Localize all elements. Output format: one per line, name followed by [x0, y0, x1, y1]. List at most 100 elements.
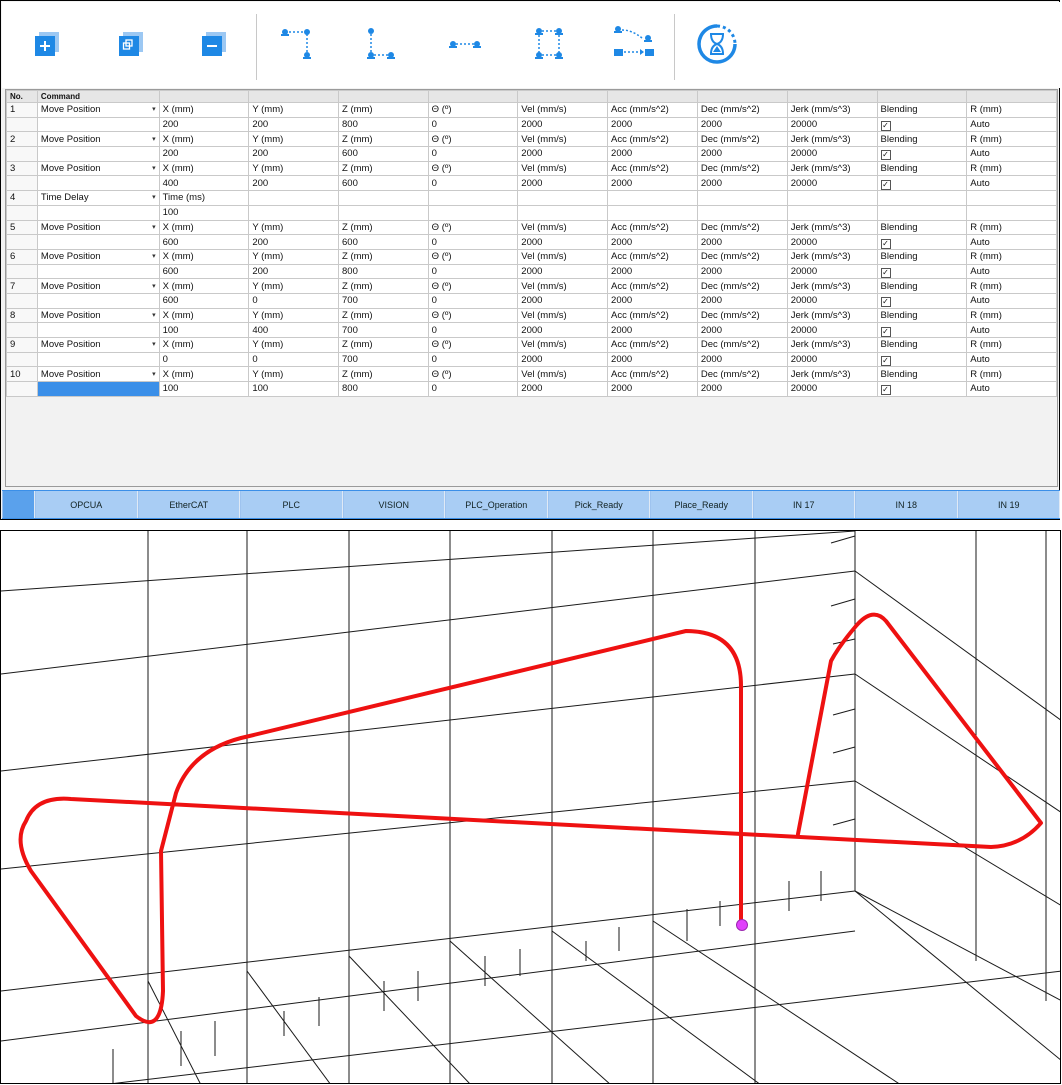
command-row[interactable]: 8 Move Position ▾ X (mm) Y (mm) Z (mm) Θ (º) Ve…	[6, 307, 1057, 324]
command-row[interactable]: 3 Move Position ▾ X (mm) Y (mm) Z (mm) Θ (º) Ve…	[6, 160, 1057, 177]
blending-checkbox[interactable]: ✓	[880, 297, 891, 308]
command-value-row[interactable]: 100 100 800 0 2000 2000 2000 20000 ✓ Auto	[6, 381, 1057, 397]
param-value-field[interactable]	[248, 204, 339, 221]
pick-place-button[interactable]	[604, 16, 662, 72]
blending-checkbox[interactable]: ✓	[880, 179, 891, 190]
param-value-field[interactable]: 2000	[517, 146, 609, 162]
command-row[interactable]: 5 Move Position ▾ X (mm) Y (mm) Z (mm) Θ (º) Ve…	[6, 219, 1057, 236]
motion-template-2-button[interactable]	[352, 16, 410, 72]
param-value-field[interactable]: 2000	[607, 116, 698, 133]
motion-template-1-button[interactable]	[270, 16, 328, 72]
blending-checkbox-cell[interactable]: ✓	[876, 234, 968, 250]
param-value-field[interactable]: 600	[158, 292, 250, 309]
param-value-field[interactable]: 20000	[786, 292, 878, 309]
param-value-field[interactable]	[607, 204, 698, 221]
param-value-field[interactable]: 20000	[786, 234, 878, 250]
command-select[interactable]: Move Position ▾	[36, 160, 160, 177]
param-value-field[interactable]: 100	[158, 381, 250, 397]
io-button-place-ready[interactable]: Place_Ready	[650, 491, 753, 518]
blending-checkbox-cell[interactable]: ✓	[876, 263, 968, 280]
command-blank-cell[interactable]	[36, 351, 160, 368]
param-value-field[interactable]: 400	[248, 322, 339, 338]
blending-checkbox[interactable]: ✓	[880, 238, 891, 249]
3d-path-viewport[interactable]	[0, 530, 1061, 1084]
param-value-field[interactable]: 0	[427, 351, 519, 368]
command-blank-cell[interactable]	[36, 292, 160, 309]
param-value-field[interactable]	[517, 204, 609, 221]
command-select[interactable]: Move Position ▾	[36, 278, 160, 294]
param-value-field[interactable]: 2000	[607, 175, 698, 192]
param-value-field[interactable]: 100	[158, 322, 250, 338]
command-value-row[interactable]: 200 200 600 0 2000 2000 2000 20000 ✓ Auto	[6, 146, 1057, 162]
command-select[interactable]: Time Delay ▾	[36, 190, 160, 206]
dropdown-arrow-icon[interactable]: ▾	[152, 280, 156, 293]
param-value-field[interactable]: 200	[158, 146, 250, 162]
param-value-field[interactable]: 200	[248, 234, 339, 250]
param-value-field[interactable]: Auto	[966, 263, 1057, 280]
param-value-field[interactable]	[786, 204, 878, 221]
param-value-field[interactable]: 2000	[607, 381, 698, 397]
param-value-field[interactable]: 0	[427, 322, 519, 338]
command-grid[interactable]: No. Command 1 Move Position ▾ X (mm) Y (mm) Z…	[5, 89, 1058, 487]
param-value-field[interactable]: 0	[427, 234, 519, 250]
remove-command-button[interactable]	[185, 16, 243, 72]
param-value-field[interactable]: 2000	[696, 116, 788, 133]
io-button-in-17[interactable]: IN 17	[752, 491, 855, 518]
param-value-field[interactable]: Auto	[966, 381, 1057, 397]
param-value-field[interactable]: 0	[248, 292, 339, 309]
param-value-field[interactable]: 2000	[696, 381, 788, 397]
param-value-field[interactable]: Auto	[966, 292, 1057, 309]
command-value-row[interactable]: 200 200 800 0 2000 2000 2000 20000 ✓ Auto	[6, 116, 1057, 133]
blending-checkbox[interactable]: ✓	[880, 267, 891, 278]
param-value-field[interactable]: 800	[338, 263, 429, 280]
command-row[interactable]: 10 Move Position ▾ X (mm) Y (mm) Z (mm) Θ (º) V…	[6, 366, 1057, 383]
param-value-field[interactable]: 2000	[607, 351, 698, 368]
command-select[interactable]: Move Position ▾	[36, 102, 160, 118]
dropdown-arrow-icon[interactable]: ▾	[152, 338, 156, 351]
command-blank-cell[interactable]	[36, 116, 160, 133]
blending-checkbox-cell[interactable]: ✓	[876, 322, 968, 338]
param-value-field[interactable]: Auto	[966, 175, 1057, 192]
dropdown-arrow-icon[interactable]: ▾	[152, 133, 156, 146]
command-blank-cell[interactable]	[36, 381, 160, 397]
param-value-field[interactable]: 600	[158, 263, 250, 280]
param-value-field[interactable]: 0	[427, 116, 519, 133]
param-value-field[interactable]: 20000	[786, 381, 878, 397]
param-value-field[interactable]: 800	[338, 381, 429, 397]
blending-checkbox[interactable]: ✓	[880, 385, 891, 396]
param-value-field[interactable]: 0	[248, 351, 339, 368]
blending-checkbox-cell[interactable]: ✓	[876, 175, 968, 192]
param-value-field[interactable]	[696, 204, 788, 221]
dropdown-arrow-icon[interactable]: ▾	[152, 221, 156, 234]
param-value-field[interactable]: 600	[158, 234, 250, 250]
command-value-row[interactable]: 600 200 800 0 2000 2000 2000 20000 ✓ Auto	[6, 263, 1057, 280]
param-value-field[interactable]: 20000	[786, 322, 878, 338]
param-value-field[interactable]: 20000	[786, 175, 878, 192]
param-value-field[interactable]: 200	[158, 116, 250, 133]
param-value-field[interactable]: 2000	[696, 322, 788, 338]
param-value-field[interactable]: 2000	[517, 381, 609, 397]
dropdown-arrow-icon[interactable]: ▾	[152, 368, 156, 381]
param-value-field[interactable]: 2000	[696, 263, 788, 280]
param-value-field[interactable]: 200	[248, 175, 339, 192]
param-value-field[interactable]: 700	[338, 322, 429, 338]
param-value-field[interactable]	[338, 204, 429, 221]
param-value-field[interactable]: 2000	[517, 351, 609, 368]
dropdown-arrow-icon[interactable]: ▾	[152, 192, 156, 205]
param-value-field[interactable]: Auto	[966, 116, 1057, 133]
command-blank-cell[interactable]	[36, 234, 160, 250]
copy-command-button[interactable]	[102, 16, 160, 72]
blending-checkbox-cell[interactable]: ✓	[876, 292, 968, 309]
param-value-field[interactable]: 0	[158, 351, 250, 368]
blending-checkbox-cell[interactable]: ✓	[876, 146, 968, 162]
param-value-field[interactable]: 2000	[696, 175, 788, 192]
blending-checkbox-cell[interactable]: ✓	[876, 351, 968, 368]
blending-checkbox-cell[interactable]: ✓	[876, 381, 968, 397]
command-select[interactable]: Move Position ▾	[36, 337, 160, 353]
io-button-ethercat[interactable]: EtherCAT	[137, 491, 240, 518]
param-value-field[interactable]: 2000	[607, 292, 698, 309]
command-select[interactable]: Move Position ▾	[36, 131, 160, 148]
command-value-row[interactable]: 600 0 700 0 2000 2000 2000 20000 ✓ Auto	[6, 292, 1057, 309]
param-value-field[interactable]: 2000	[517, 116, 609, 133]
command-blank-cell[interactable]	[36, 146, 160, 162]
